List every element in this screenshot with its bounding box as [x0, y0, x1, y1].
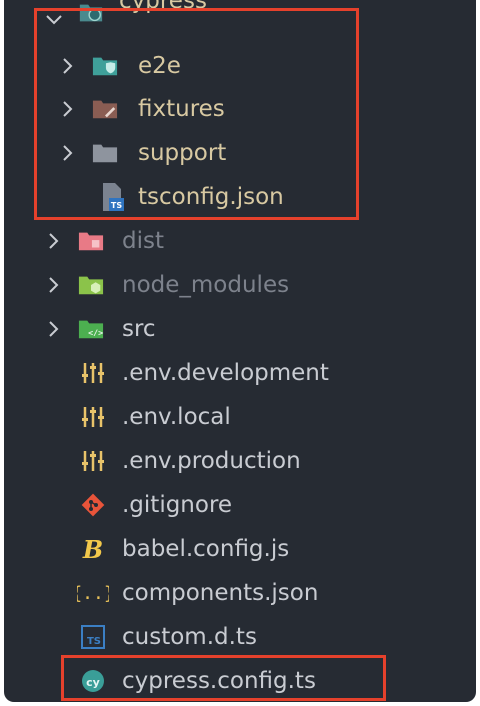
tree-item-label: custom.d.ts — [122, 624, 257, 650]
chevron-right-icon[interactable] — [42, 265, 66, 305]
svg-text:{..}: {..} — [77, 583, 109, 604]
tree-item-src[interactable]: </> src — [4, 309, 476, 349]
tree-item-env-development[interactable]: .env.development — [4, 353, 476, 393]
tree-item-label: src — [122, 316, 156, 342]
tree-item-label: .env.production — [122, 448, 301, 474]
tree-item-label: .env.development — [122, 360, 329, 386]
env-file-icon — [80, 360, 106, 386]
json-braces-icon: {..} — [77, 580, 109, 606]
svg-text:TS: TS — [87, 636, 101, 647]
node-modules-folder-icon — [78, 272, 104, 298]
tree-item-gitignore[interactable]: .gitignore — [4, 485, 476, 525]
tree-item-dist[interactable]: dist — [4, 221, 476, 261]
tree-item-label: .env.local — [122, 404, 231, 430]
svg-text:</>: </> — [88, 328, 103, 338]
git-icon — [80, 492, 106, 518]
highlight-box-cypress-folder — [34, 8, 359, 220]
dist-folder-icon — [78, 228, 104, 254]
tree-item-label: dist — [122, 228, 164, 254]
src-folder-icon: </> — [78, 316, 104, 342]
tree-item-components-json[interactable]: {..} components.json — [4, 573, 476, 613]
tree-item-label: node_modules — [122, 272, 290, 298]
tree-item-custom-d-ts[interactable]: TS custom.d.ts — [4, 617, 476, 657]
svg-text:B: B — [82, 536, 103, 562]
tree-item-label: components.json — [122, 580, 319, 606]
tree-item-babel-config[interactable]: B babel.config.js — [4, 529, 476, 569]
file-explorer-tree: cypress e2e fixtures support TS tsconfig… — [4, 0, 476, 702]
tree-item-label: babel.config.js — [122, 536, 290, 562]
highlight-box-cypress-config — [61, 655, 386, 701]
env-file-icon — [80, 404, 106, 430]
chevron-right-icon[interactable] — [42, 309, 66, 349]
tree-item-label: .gitignore — [122, 492, 233, 518]
chevron-right-icon[interactable] — [42, 221, 66, 261]
tree-item-env-production[interactable]: .env.production — [4, 441, 476, 481]
typescript-file-icon: TS — [80, 624, 106, 650]
tree-item-node-modules[interactable]: node_modules — [4, 265, 476, 305]
tree-item-env-local[interactable]: .env.local — [4, 397, 476, 437]
babel-icon: B — [80, 536, 106, 562]
env-file-icon — [80, 448, 106, 474]
